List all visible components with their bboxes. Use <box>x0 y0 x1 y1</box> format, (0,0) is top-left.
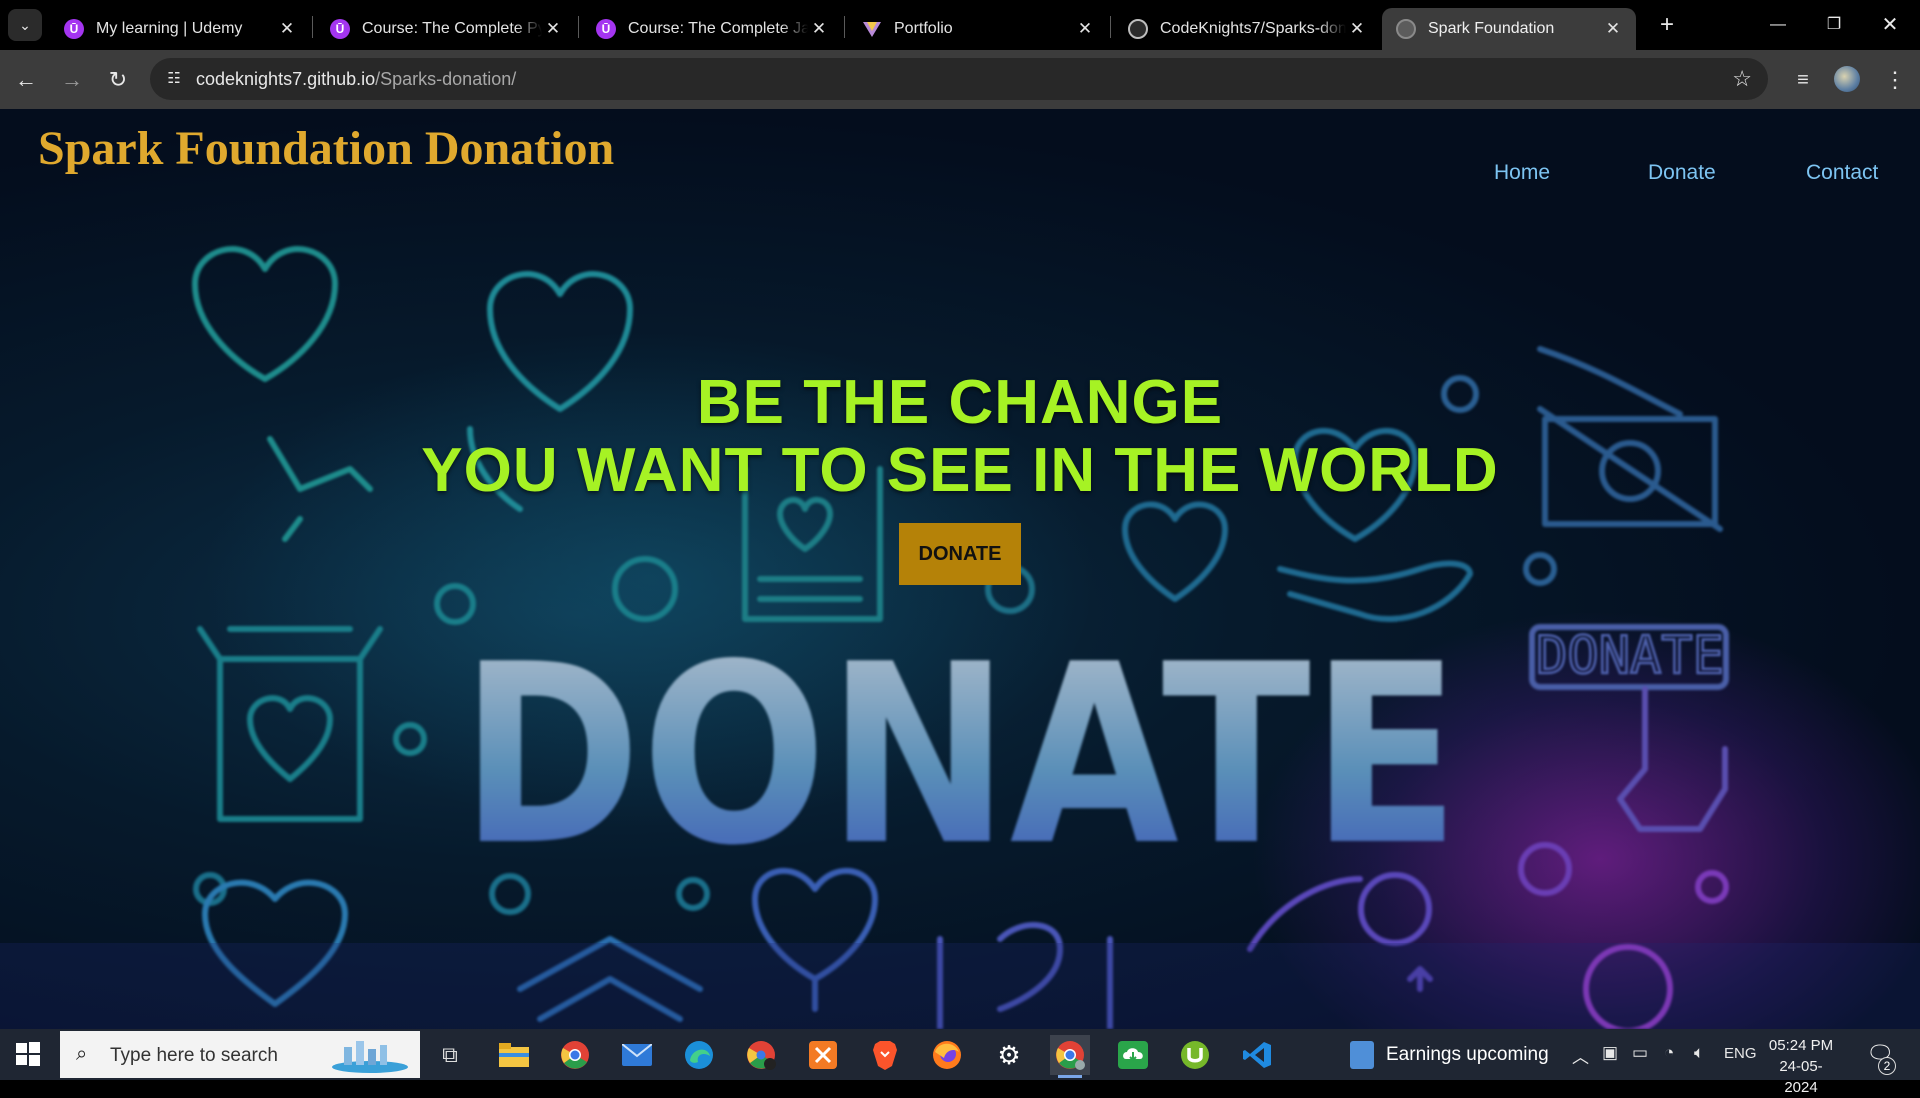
taskbar-search-box[interactable]: ⌕ Type here to search <box>60 1031 420 1078</box>
restore-button[interactable]: ❐ <box>1806 8 1862 42</box>
url-host: codeknights7.github.io <box>196 69 376 89</box>
system-clock[interactable]: 05:24 PM 24-05-2024 <box>1764 1035 1838 1098</box>
tab-search-button[interactable]: ⌄ <box>8 9 42 41</box>
browser-toolbar: ← → ↻ ☷ codeknights7.github.io/Sparks-do… <box>0 50 1920 109</box>
xampp-icon[interactable] <box>803 1035 843 1075</box>
tab-title: Portfolio <box>894 20 953 37</box>
udemy-icon: Ū <box>330 19 350 39</box>
donate-background-word: DONATE DONATE <box>460 629 1725 869</box>
udemy-icon: Ū <box>596 19 616 39</box>
globe-icon <box>1396 19 1416 39</box>
language-indicator[interactable]: ENG <box>1724 1045 1757 1062</box>
back-button[interactable]: ← <box>8 62 44 98</box>
nav-home-link[interactable]: Home <box>1494 161 1550 185</box>
tab-separator <box>844 16 845 38</box>
close-icon[interactable]: ✕ <box>1074 19 1096 39</box>
utorrent-icon[interactable] <box>1175 1035 1215 1075</box>
tab-separator <box>578 16 579 38</box>
tab-title: Course: The Complete Java <box>628 20 808 37</box>
edge-icon[interactable] <box>679 1035 719 1075</box>
udemy-icon: Ū <box>64 19 84 39</box>
close-icon[interactable]: ✕ <box>1602 19 1624 39</box>
hero-heading-line-1: BE THE CHANGE <box>696 368 1224 437</box>
chrome-menu-icon[interactable]: ⋮ <box>1880 65 1910 95</box>
donate-badge-text: DONATE <box>1536 629 1724 686</box>
tab-udemy-learning[interactable]: Ū My learning | Udemy ✕ <box>50 8 310 50</box>
nav-donate-link[interactable]: Donate <box>1648 161 1716 185</box>
tab-portfolio[interactable]: Portfolio ✕ <box>848 8 1108 50</box>
volume-icon[interactable]: 🔈︎ <box>1694 1043 1704 1063</box>
close-icon[interactable]: ✕ <box>1346 19 1368 39</box>
nav-contact-link[interactable]: Contact <box>1806 161 1878 185</box>
search-highlight-art <box>332 1041 408 1073</box>
donate-button[interactable]: DONATE <box>899 523 1021 585</box>
close-icon[interactable]: ✕ <box>808 19 830 39</box>
media-control-icon[interactable]: ≡ <box>1788 65 1818 95</box>
tab-java-course[interactable]: Ū Course: The Complete Java ✕ <box>582 8 842 50</box>
tab-python-course[interactable]: Ū Course: The Complete Pyth ✕ <box>316 8 576 50</box>
page-viewport: DONATE DONATE Spark Foundation Donation … <box>0 109 1920 1029</box>
news-icon <box>1350 1041 1374 1069</box>
active-indicator <box>1058 1075 1082 1078</box>
new-tab-button[interactable]: + <box>1652 10 1682 40</box>
forward-button[interactable]: → <box>54 62 90 98</box>
chrome-active-icon[interactable] <box>1050 1035 1090 1078</box>
firefox-icon[interactable] <box>927 1035 967 1075</box>
reload-button[interactable]: ↻ <box>100 62 136 98</box>
device-icon[interactable]: ▣ <box>1602 1043 1618 1063</box>
profile-avatar[interactable] <box>1834 66 1860 92</box>
news-text: Earnings upcoming <box>1386 1044 1549 1065</box>
url-path: /Sparks-donation/ <box>375 69 517 89</box>
windows-taskbar: ⌕ Type here to search ⧉ ⚙ Earnings upcom… <box>0 1029 1920 1096</box>
battery-icon[interactable]: ▭ <box>1632 1043 1648 1063</box>
hero-heading-line-2: YOU WANT TO SEE IN THE WORLD <box>421 436 1499 505</box>
tab-spark-foundation[interactable]: Spark Foundation ✕ <box>1382 8 1636 50</box>
close-icon[interactable]: ✕ <box>276 19 298 39</box>
tab-separator <box>1110 16 1111 38</box>
chrome-profile-icon[interactable] <box>741 1035 781 1075</box>
minimize-button[interactable]: — <box>1750 8 1806 42</box>
close-icon[interactable]: ✕ <box>542 19 564 39</box>
url-text[interactable]: codeknights7.github.io/Sparks-donation/ <box>196 69 516 90</box>
notification-count-badge: 2 <box>1878 1057 1896 1075</box>
tab-title: CodeKnights7/Sparks-don <box>1160 20 1346 37</box>
windows-start-icon[interactable] <box>16 1042 40 1066</box>
wifi-icon[interactable]: ◔ <box>1664 1043 1674 1063</box>
cloud-download-icon[interactable] <box>1113 1035 1153 1075</box>
bottom-band <box>0 943 1920 1029</box>
tab-title: My learning | Udemy <box>96 20 243 37</box>
news-widget[interactable]: Earnings upcoming <box>1350 1041 1549 1069</box>
search-icon: ⌕ <box>76 1043 88 1065</box>
tab-strip: ⌄ Ū My learning | Udemy ✕ Ū Course: The … <box>0 0 1920 50</box>
clock-date: 24-05-2024 <box>1779 1058 1823 1096</box>
donate-word-text: DONATE <box>460 629 1460 869</box>
search-placeholder: Type here to search <box>110 1045 278 1066</box>
chrome-icon[interactable] <box>555 1035 595 1075</box>
portfolio-icon <box>862 19 882 39</box>
clock-time: 05:24 PM <box>1768 1037 1834 1054</box>
address-bar[interactable]: ☷ codeknights7.github.io/Sparks-donation… <box>150 58 1768 100</box>
vscode-icon[interactable] <box>1237 1035 1277 1075</box>
tab-title: Spark Foundation <box>1428 20 1555 37</box>
github-icon <box>1128 19 1148 39</box>
settings-gear-icon[interactable]: ⚙ <box>989 1035 1029 1075</box>
mail-icon[interactable] <box>617 1035 657 1075</box>
file-explorer-icon[interactable] <box>494 1035 534 1075</box>
tab-github-repo[interactable]: CodeKnights7/Sparks-don ✕ <box>1114 8 1380 50</box>
close-window-button[interactable]: ✕ <box>1862 8 1918 42</box>
site-title[interactable]: Spark Foundation Donation <box>38 121 614 176</box>
chevron-up-icon[interactable]: ︿ <box>1572 1043 1589 1068</box>
task-view-icon[interactable]: ⧉ <box>430 1035 470 1075</box>
brave-icon[interactable] <box>865 1035 905 1075</box>
site-info-icon[interactable]: ☷ <box>162 67 186 91</box>
tab-title: Course: The Complete Pyth <box>362 20 542 37</box>
tab-separator <box>312 16 313 38</box>
bookmark-star-icon[interactable]: ☆ <box>1732 66 1752 92</box>
